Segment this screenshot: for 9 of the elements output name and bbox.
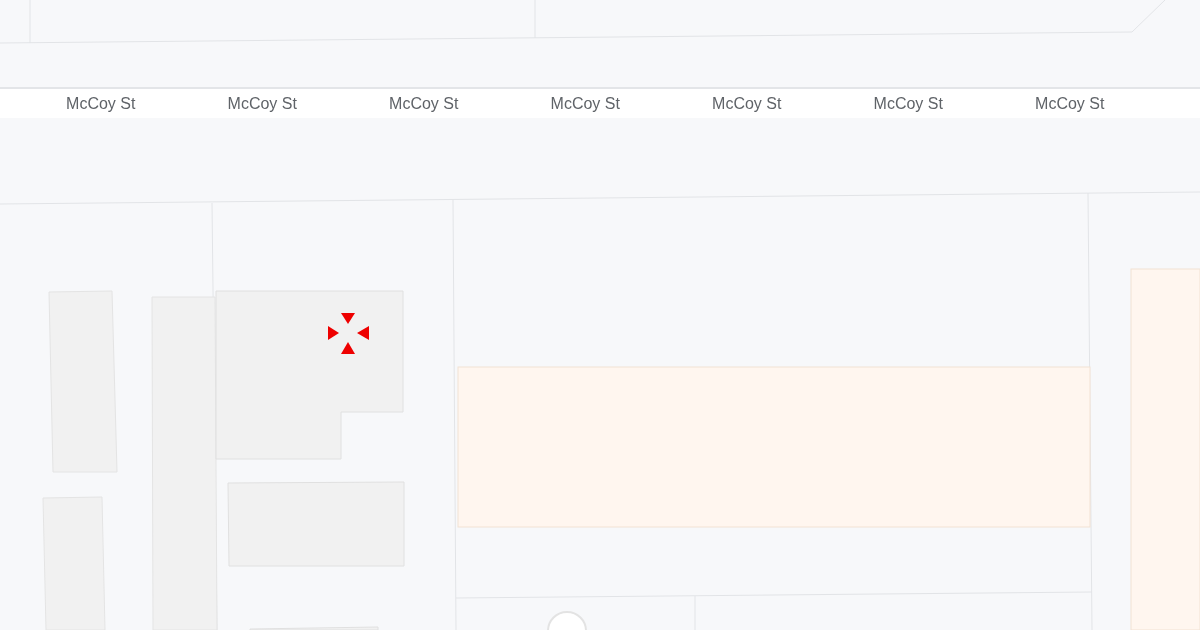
street-label: McCoy St [711,95,783,112]
street-label: McCoy St [872,95,944,112]
street-label: McCoy St [1034,95,1106,112]
street-label: McCoy St [65,95,137,112]
circle-marker-icon[interactable] [547,611,587,630]
street-label: McCoy St [388,95,460,112]
street-label: McCoy St [226,95,298,112]
street-label: McCoy St [549,95,621,112]
location-marker-icon [328,313,369,354]
